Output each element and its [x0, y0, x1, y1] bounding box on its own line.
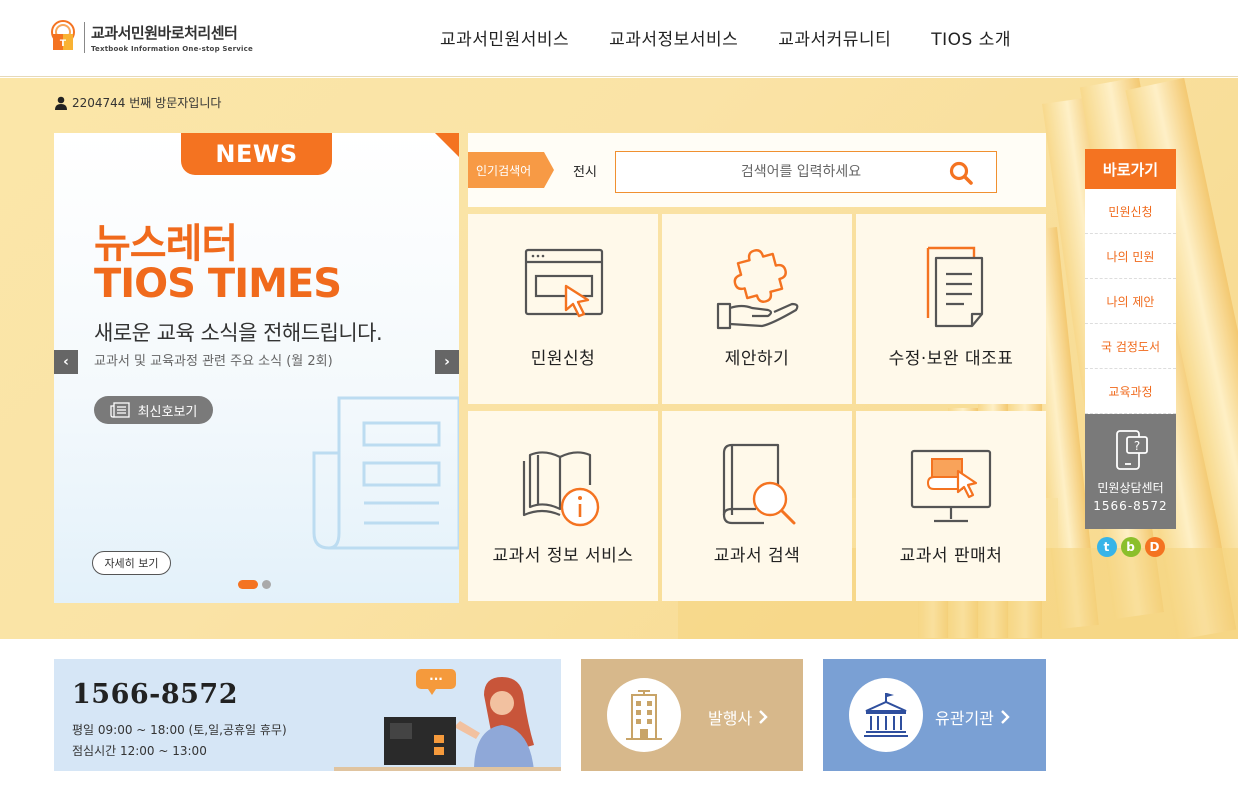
chevron-right-icon: [1001, 710, 1010, 724]
browser-cursor-icon: [524, 248, 604, 318]
speech-bubble-text: ···: [429, 672, 443, 686]
consult-center-title: 민원상담센터: [1097, 480, 1164, 495]
agency-label: 유관기관: [935, 709, 994, 728]
chevron-right-icon: [759, 710, 768, 724]
agency-card[interactable]: 유관기관: [823, 659, 1046, 771]
book-search-icon: [722, 443, 796, 525]
tile-civil-request[interactable]: 민원신청: [468, 214, 658, 404]
latest-issue-button[interactable]: 최신호보기: [94, 396, 213, 424]
tile-suggestion[interactable]: 제안하기: [662, 214, 852, 404]
building-icon: [626, 690, 662, 740]
site-logo[interactable]: T 교과서민원바로처리센터 Textbook Information One-s…: [50, 20, 253, 54]
tile-label: 수정·보완 대조표: [888, 349, 1014, 369]
quick-item-civil-request[interactable]: 민원신청: [1085, 189, 1176, 234]
quick-item-my-complaints[interactable]: 나의 민원: [1085, 234, 1176, 279]
government-building-icon: [864, 693, 908, 737]
popular-keyword[interactable]: 전시: [573, 161, 597, 180]
latest-issue-label: 최신호보기: [137, 404, 198, 420]
news-title-line2: TIOS TIMES: [94, 261, 342, 307]
hero-section: 2204744 번째 방문자입니다 NEWS 뉴스레터 TIOS TIMES 새…: [0, 78, 1238, 639]
monitor-book-icon: [910, 449, 992, 523]
news-corner-decor: [435, 133, 459, 157]
news-tab: NEWS: [181, 133, 332, 175]
puzzle-hand-icon: [716, 249, 799, 330]
publisher-label: 발행사: [708, 709, 753, 728]
blog-icon[interactable]: b: [1120, 537, 1141, 557]
book-info-icon: [522, 451, 600, 527]
consult-center[interactable]: ? 민원상담센터 1566-8572: [1085, 414, 1176, 529]
logo-title: 교과서민원바로처리센터: [91, 23, 238, 42]
news-subtext: 교과서 및 교육과정 관련 주요 소식 (월 2회): [94, 354, 333, 369]
popular-keyword-label: 인기검색어: [468, 152, 554, 188]
publisher-link[interactable]: 발행사: [708, 705, 768, 729]
twitter-icon[interactable]: t: [1096, 537, 1117, 557]
nav-item-civil-service[interactable]: 교과서민원서비스: [440, 25, 569, 50]
search-icon[interactable]: [948, 160, 974, 186]
nav-item-info-service[interactable]: 교과서정보서비스: [609, 25, 738, 50]
news-description: 새로운 교육 소식을 전해드립니다.: [94, 321, 383, 345]
call-center-hours: 평일 09:00 ~ 18:00 (토,일,공휴일 휴무): [72, 723, 287, 737]
search-area: 인기검색어 전시: [468, 133, 1046, 207]
tile-label: 교과서 판매처: [899, 546, 1003, 566]
visitor-counter: 2204744 번째 방문자입니다: [54, 94, 221, 111]
view-detail-button[interactable]: 자세히 보기: [92, 551, 171, 575]
daum-icon[interactable]: D: [1144, 537, 1165, 557]
phone-question-icon: ?: [1115, 429, 1148, 470]
search-input[interactable]: [616, 152, 946, 192]
svg-text:T: T: [60, 39, 67, 49]
tile-label: 교과서 정보 서비스: [492, 546, 634, 566]
news-next-button[interactable]: ›: [435, 350, 459, 374]
slide-indicator: [238, 580, 271, 589]
newspaper-icon: [109, 402, 130, 418]
consult-center-number: 1566-8572: [1093, 498, 1168, 513]
quick-item-curriculum[interactable]: 교육과정: [1085, 369, 1176, 414]
newspaper-illustration-icon: [312, 396, 459, 550]
call-agent-illustration: ···: [334, 669, 561, 771]
quick-links-title: 바로가기: [1085, 149, 1176, 189]
tile-label: 제안하기: [724, 349, 790, 369]
publisher-icon-circle: [607, 678, 681, 752]
agency-icon-circle: [849, 678, 923, 752]
sns-links: t b D: [1085, 537, 1176, 557]
publisher-card[interactable]: 발행사: [581, 659, 803, 771]
header: T 교과서민원바로처리센터 Textbook Information One-s…: [0, 0, 1238, 77]
search-box: [615, 151, 997, 193]
quick-item-certified-books[interactable]: 국 검정도서: [1085, 324, 1176, 369]
agency-link[interactable]: 유관기관: [935, 705, 1010, 729]
main-nav: 교과서민원서비스 교과서정보서비스 교과서커뮤니티 TIOS 소개: [440, 25, 1011, 50]
user-icon: [55, 96, 67, 110]
news-banner: NEWS 뉴스레터 TIOS TIMES 새로운 교육 소식을 전해드립니다. …: [54, 133, 459, 603]
tile-textbook-search[interactable]: 교과서 검색: [662, 411, 852, 601]
logo-icon: T: [51, 20, 75, 50]
quick-links: 바로가기 민원신청 나의 민원 나의 제안 국 검정도서 교육과정 ? 민원상담…: [1085, 149, 1176, 557]
slide-dot[interactable]: [262, 580, 271, 589]
svg-text:?: ?: [1133, 439, 1139, 453]
slide-dot-active[interactable]: [238, 580, 258, 589]
quick-item-my-suggestions[interactable]: 나의 제안: [1085, 279, 1176, 324]
news-prev-button[interactable]: ‹: [54, 350, 78, 374]
tile-label: 교과서 검색: [713, 546, 801, 566]
tile-textbook-info[interactable]: 교과서 정보 서비스: [468, 411, 658, 601]
nav-item-community[interactable]: 교과서커뮤니티: [778, 25, 891, 50]
logo-subtitle: Textbook Information One-stop Service: [91, 44, 253, 53]
tile-textbook-seller[interactable]: 교과서 판매처: [856, 411, 1046, 601]
visitor-text: 2204744 번째 방문자입니다: [72, 96, 222, 110]
call-center-card[interactable]: 1566-8572 평일 09:00 ~ 18:00 (토,일,공휴일 휴무) …: [54, 659, 561, 771]
tile-label: 민원신청: [530, 349, 596, 369]
nav-item-about[interactable]: TIOS 소개: [931, 25, 1011, 50]
call-center-lunch: 점심시간 12:00 ~ 13:00: [72, 744, 207, 758]
call-center-number: 1566-8572: [72, 679, 238, 710]
documents-icon: [926, 246, 984, 328]
tile-revision-table[interactable]: 수정·보완 대조표: [856, 214, 1046, 404]
